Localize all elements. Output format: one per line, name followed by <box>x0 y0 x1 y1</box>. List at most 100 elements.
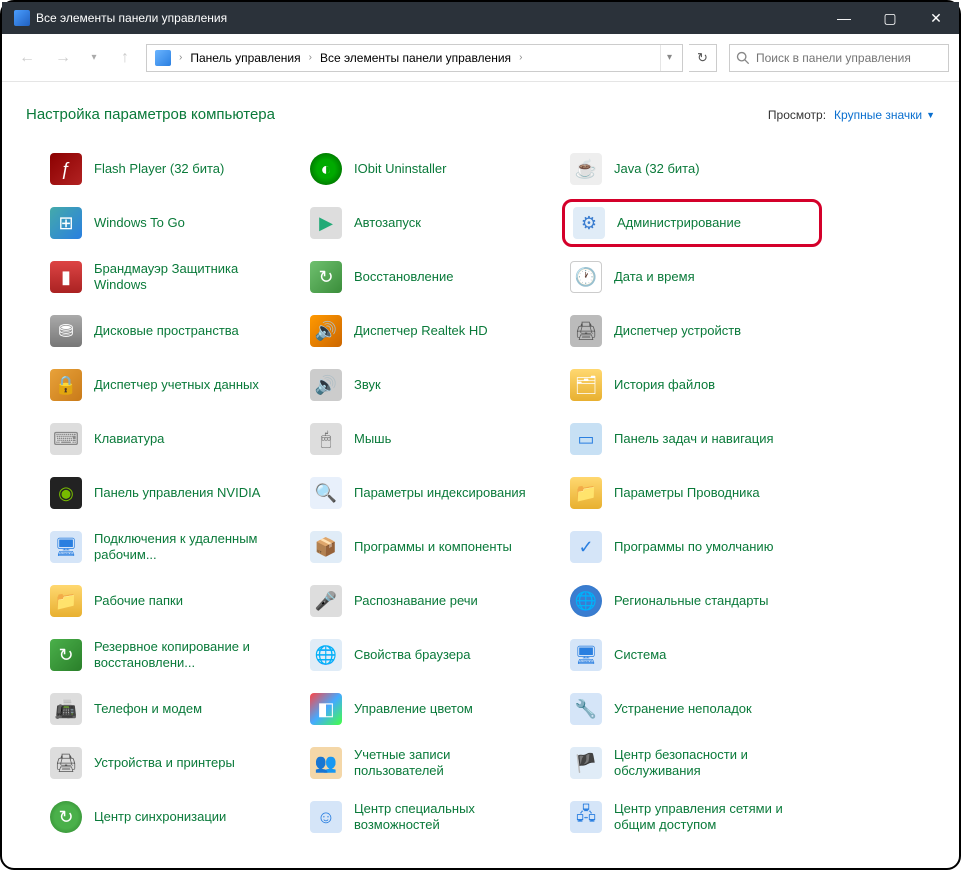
item-icon: ⛃ <box>50 315 82 347</box>
item-label: Телефон и модем <box>94 701 202 717</box>
item-label: Центр безопасности и обслуживания <box>614 747 794 779</box>
control-panel-item[interactable]: ↻Восстановление <box>302 253 562 301</box>
control-panel-item[interactable]: ▮Брандмауэр Защитника Windows <box>42 253 302 301</box>
item-icon: 🏴 <box>570 747 602 779</box>
control-panel-item[interactable]: ⛃Дисковые пространства <box>42 307 302 355</box>
item-label: Подключения к удаленным рабочим... <box>94 531 274 563</box>
item-icon: 🌐 <box>570 585 602 617</box>
address-dropdown-button[interactable]: ▾ <box>660 45 678 71</box>
item-label: Параметры индексирования <box>354 485 526 501</box>
control-panel-item[interactable]: 📠Телефон и модем <box>42 685 302 733</box>
item-label: Центр синхронизации <box>94 809 226 825</box>
item-label: Система <box>614 647 666 663</box>
item-label: История файлов <box>614 377 715 393</box>
minimize-button[interactable]: — <box>821 2 867 34</box>
control-panel-item[interactable]: 📁Рабочие папки <box>42 577 302 625</box>
item-icon: ☕ <box>570 153 602 185</box>
control-panel-item[interactable]: 📁 Параметры Проводника <box>562 469 822 517</box>
page-header: Настройка параметров компьютера Просмотр… <box>2 82 959 135</box>
close-button[interactable]: ✕ <box>913 2 959 34</box>
control-panel-item[interactable]: 🕐Дата и время <box>562 253 822 301</box>
breadcrumb-seg-control-panel[interactable]: Панель управления <box>186 51 304 65</box>
item-icon: 🔊 <box>310 315 342 347</box>
control-panel-item[interactable]: 🔒Диспетчер учетных данных <box>42 361 302 409</box>
control-panel-item[interactable]: 📦Программы и компоненты <box>302 523 562 571</box>
control-panel-item[interactable]: ◧Управление цветом <box>302 685 562 733</box>
item-icon: 🔧 <box>570 693 602 725</box>
control-panel-item[interactable]: 🔊Звук <box>302 361 562 409</box>
item-icon: 📦 <box>310 531 342 563</box>
item-icon: ◐ <box>310 153 342 185</box>
control-panel-item[interactable]: ⌨ Клавиатура <box>42 415 302 463</box>
control-panel-item[interactable]: ↻Резервное копирование и восстановлени..… <box>42 631 302 679</box>
control-panel-item[interactable]: ✓Программы по умолчанию <box>562 523 822 571</box>
item-label: Устройства и принтеры <box>94 755 235 771</box>
control-panel-item[interactable]: 🔊 Диспетчер Realtek HD <box>302 307 562 355</box>
control-panel-item[interactable]: ▶Автозапуск <box>302 199 562 247</box>
control-panel-item[interactable]: ↻Центр синхронизации <box>42 793 302 841</box>
control-panel-item[interactable]: 🔧 Устранение неполадок <box>562 685 822 733</box>
control-panel-item[interactable]: 🌐Региональные стандарты <box>562 577 822 625</box>
control-panel-item[interactable]: ⊞Windows To Go <box>42 199 302 247</box>
control-panel-item[interactable]: 🖱Мышь <box>302 415 562 463</box>
item-icon: ☺ <box>310 801 342 833</box>
item-icon: 🖨 <box>50 747 82 779</box>
item-label: Центр специальных возможностей <box>354 801 534 833</box>
item-label: Диспетчер устройств <box>614 323 741 339</box>
up-button[interactable]: ↑ <box>110 44 140 72</box>
item-icon: 🖨 <box>570 315 602 347</box>
forward-button[interactable]: → <box>48 44 78 72</box>
item-icon: ⌨ <box>50 423 82 455</box>
view-chooser: Просмотр: Крупные значки ▼ <box>768 108 935 122</box>
control-panel-item[interactable]: ◉Панель управления NVIDIA <box>42 469 302 517</box>
control-panel-item[interactable]: 🖨 Диспетчер устройств <box>562 307 822 355</box>
item-label: Учетные записи пользователей <box>354 747 534 779</box>
item-label: Flash Player (32 бита) <box>94 161 224 177</box>
recent-locations-button[interactable]: ▾ <box>84 52 104 63</box>
control-panel-item[interactable]: 🌐Свойства браузера <box>302 631 562 679</box>
control-panel-item[interactable]: 🗂История файлов <box>562 361 822 409</box>
control-panel-item[interactable]: 🖥 Подключения к удаленным рабочим... <box>42 523 302 571</box>
item-label: Восстановление <box>354 269 453 285</box>
control-panel-item[interactable]: ⚙Администрирование <box>562 199 822 247</box>
control-panel-item[interactable]: ☺ Центр специальных возможностей <box>302 793 562 841</box>
item-label: Программы по умолчанию <box>614 539 773 555</box>
item-icon: ↻ <box>50 639 82 671</box>
breadcrumb-seg-all-items[interactable]: Все элементы панели управления <box>316 51 515 65</box>
view-value-text: Крупные значки <box>834 108 922 122</box>
control-panel-item[interactable]: 👥Учетные записи пользователей <box>302 739 562 787</box>
item-icon: 📁 <box>50 585 82 617</box>
control-panel-item[interactable]: ◐IObit Uninstaller <box>302 145 562 193</box>
maximize-button[interactable]: ▢ <box>867 2 913 34</box>
control-panel-item[interactable]: 🏴 Центр безопасности и обслуживания <box>562 739 822 787</box>
control-panel-item[interactable]: 🖥 Система <box>562 631 822 679</box>
back-button[interactable]: ← <box>12 44 42 72</box>
address-bar[interactable]: › Панель управления › Все элементы панел… <box>146 44 683 72</box>
search-icon <box>736 51 750 65</box>
refresh-button[interactable]: ↻ <box>689 44 717 72</box>
item-label: Устранение неполадок <box>614 701 752 717</box>
control-panel-item[interactable]: 🖧Центр управления сетями и общим доступо… <box>562 793 822 841</box>
control-panel-item[interactable]: ƒFlash Player (32 бита) <box>42 145 302 193</box>
control-panel-item[interactable]: ☕Java (32 бита) <box>562 145 822 193</box>
item-icon: 🔍 <box>310 477 342 509</box>
item-icon: ▶ <box>310 207 342 239</box>
control-panel-item[interactable]: 🖨 Устройства и принтеры <box>42 739 302 787</box>
view-dropdown[interactable]: Крупные значки ▼ <box>834 108 935 122</box>
control-panel-item[interactable]: 🎤Распознавание речи <box>302 577 562 625</box>
search-box[interactable] <box>729 44 949 72</box>
breadcrumb-separator-icon: › <box>177 52 184 63</box>
item-label: Диспетчер Realtek HD <box>354 323 488 339</box>
item-icon: ◧ <box>310 693 342 725</box>
item-icon: 📁 <box>570 477 602 509</box>
item-label: Дата и время <box>614 269 695 285</box>
item-label: Параметры Проводника <box>614 485 760 501</box>
control-panel-item[interactable]: 🔍 Параметры индексирования <box>302 469 562 517</box>
search-input[interactable] <box>756 51 942 65</box>
item-icon: 🖥 <box>50 531 82 563</box>
item-icon: 🖥 <box>570 639 602 671</box>
item-label: Клавиатура <box>94 431 164 447</box>
item-label: Администрирование <box>617 215 741 231</box>
control-panel-item[interactable]: ▭Панель задач и навигация <box>562 415 822 463</box>
items-grid: ƒFlash Player (32 бита)◐IObit Uninstalle… <box>42 145 949 841</box>
